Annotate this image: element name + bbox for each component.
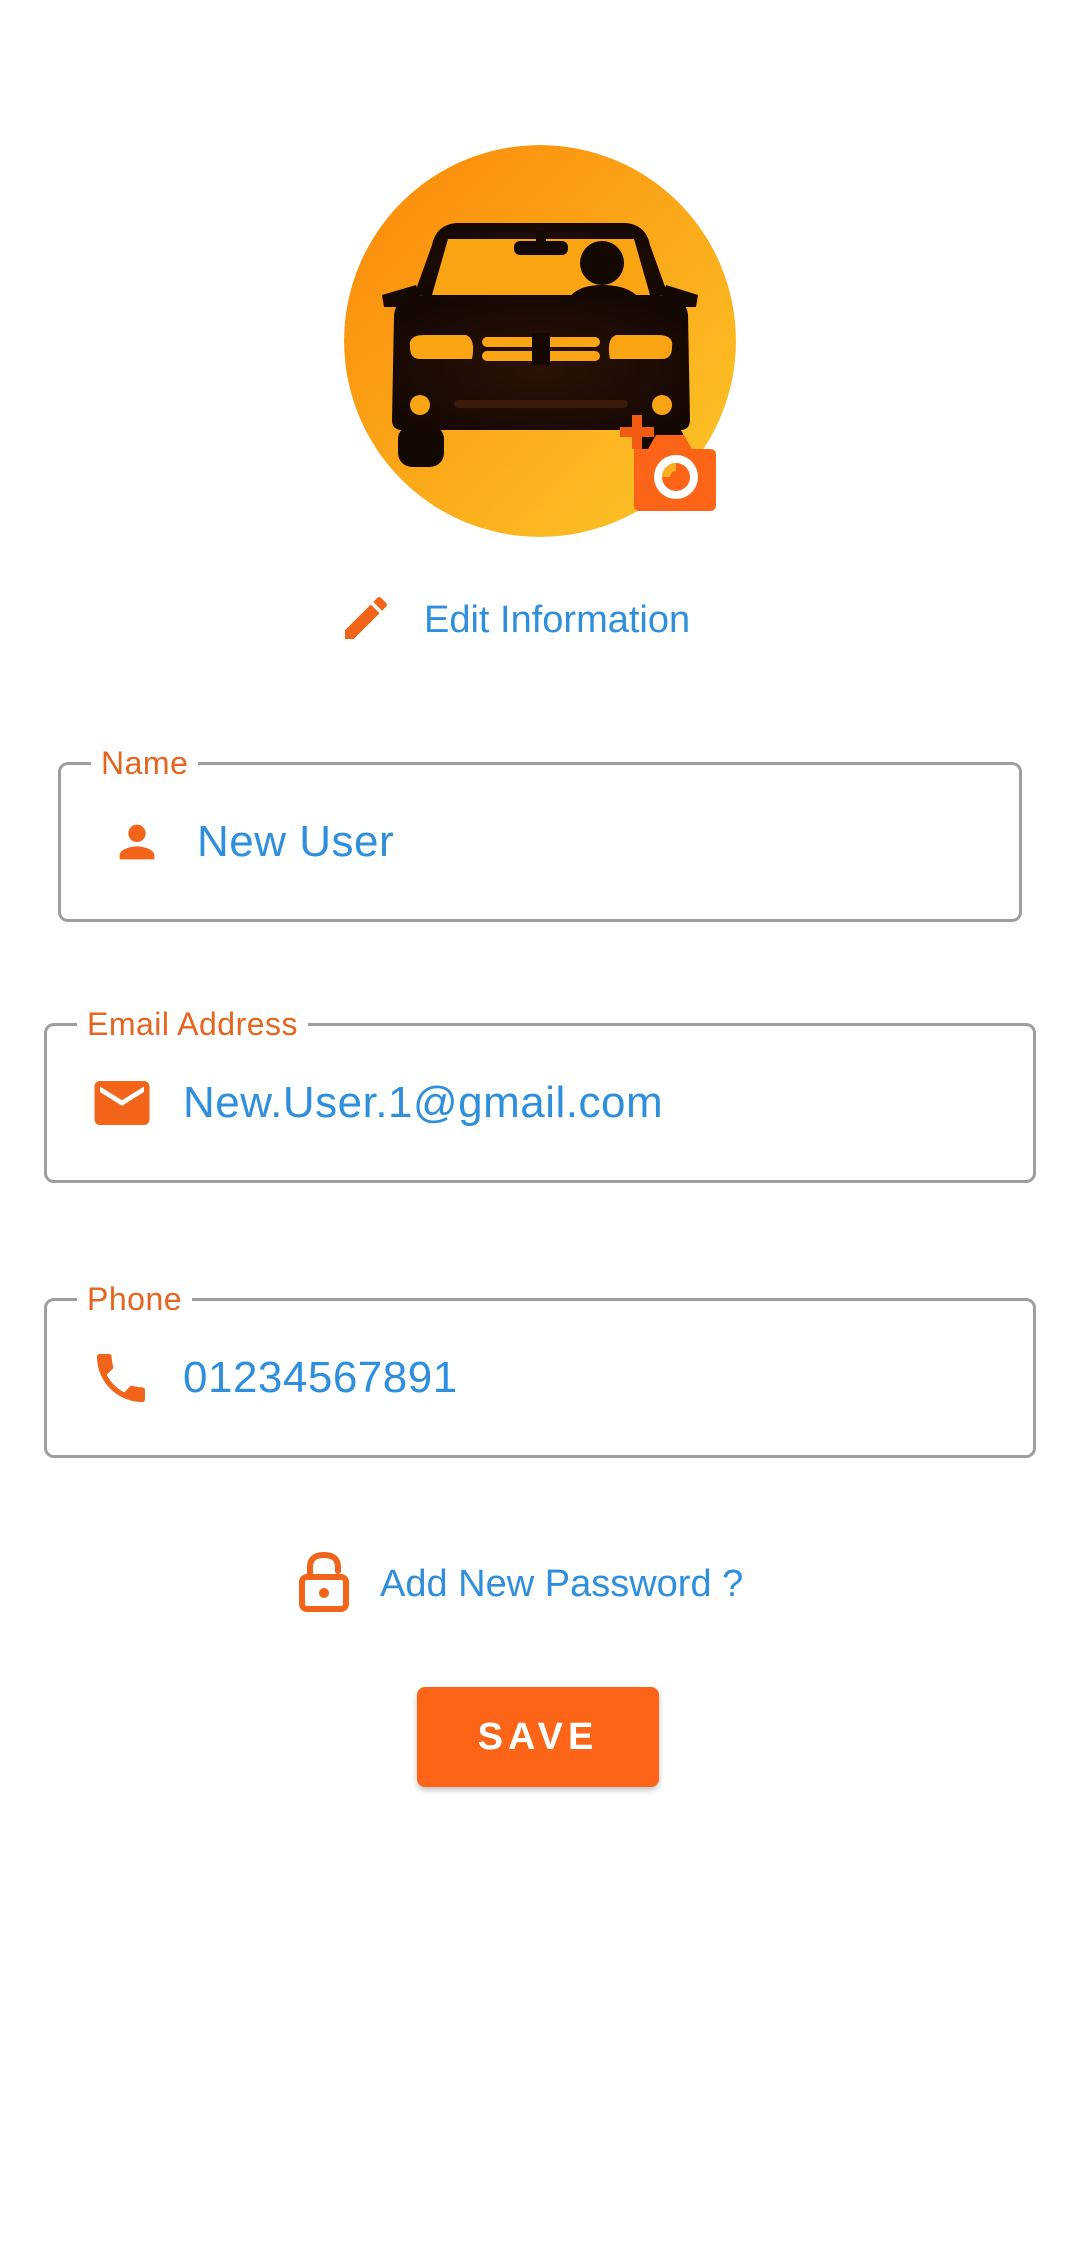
edit-information-label: Edit Information — [424, 598, 691, 641]
email-input[interactable] — [183, 1073, 983, 1133]
pencil-icon — [338, 590, 394, 651]
add-new-password-label: Add New Password ? — [380, 1562, 744, 1605]
phone-input[interactable] — [183, 1348, 983, 1408]
save-button[interactable]: SAVE — [417, 1687, 659, 1787]
email-field-label: Email Address — [77, 1006, 309, 1042]
edit-information-link[interactable]: Edit Information — [338, 590, 690, 650]
phone-icon — [89, 1346, 153, 1410]
lock-open-icon — [298, 1551, 350, 1618]
name-input[interactable] — [197, 812, 997, 872]
person-icon — [111, 816, 163, 868]
phone-field-label: Phone — [77, 1281, 193, 1317]
profile-avatar[interactable] — [344, 145, 736, 537]
mail-icon — [89, 1070, 155, 1136]
add-photo-camera-icon[interactable] — [620, 413, 724, 513]
name-field-label: Name — [91, 745, 199, 781]
phone-field[interactable]: Phone — [44, 1281, 1036, 1458]
add-new-password-link[interactable]: Add New Password ? — [298, 1551, 744, 1618]
email-field[interactable]: Email Address — [44, 1006, 1036, 1183]
name-field[interactable]: Name — [58, 745, 1022, 922]
